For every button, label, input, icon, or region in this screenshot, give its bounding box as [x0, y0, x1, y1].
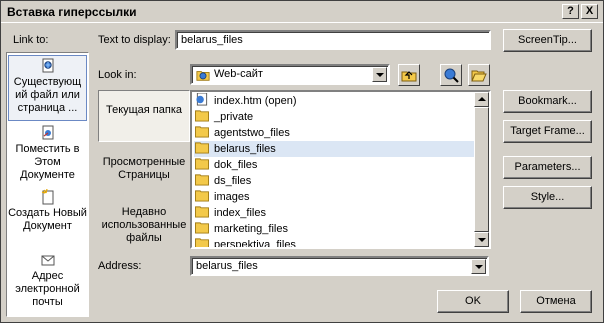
link-to-sidebar: Существующ ий файл или страница ... Поме… — [6, 52, 89, 317]
new-document-icon — [41, 189, 53, 205]
folder-icon — [195, 174, 209, 186]
help-button[interactable]: ? — [562, 4, 579, 19]
folder-icon — [195, 238, 209, 247]
screentip-button[interactable]: ScreenTip... — [503, 29, 592, 52]
file-list[interactable]: index.htm (open) _private agentstwo_file… — [190, 90, 491, 249]
folder-icon — [195, 158, 209, 170]
parameters-button[interactable]: Parameters... — [503, 156, 592, 179]
list-item[interactable]: index_files — [194, 205, 474, 221]
sidebar-item-new-document[interactable]: Создать Новый Документ — [8, 189, 87, 233]
place-recent-files[interactable]: Недавно использованные файлы — [98, 206, 190, 245]
open-folder-icon — [471, 70, 487, 82]
list-item[interactable]: marketing_files — [194, 221, 474, 237]
place-in-document-icon — [42, 125, 53, 140]
web-folder-icon — [196, 71, 210, 81]
sidebar-item-email-address[interactable]: Адрес электронной почты — [8, 252, 87, 309]
email-address-icon — [41, 255, 54, 266]
browse-web-icon — [444, 68, 459, 83]
sidebar-item-label: Существующ ий файл или страница ... — [13, 76, 82, 114]
folder-icon — [195, 206, 209, 218]
file-list-scrollbar[interactable] — [474, 92, 489, 247]
cancel-button[interactable]: Отмена — [520, 290, 592, 313]
link-to-label: Link to: — [13, 34, 49, 46]
sidebar-item-label: Адрес электронной почты — [15, 270, 80, 308]
dialog-title: Вставка гиперссылки — [7, 5, 137, 19]
places-panel: Текущая папка Просмотренные Страницы Нед… — [98, 90, 190, 254]
title-bar: Вставка гиперссылки ? X — [1, 1, 603, 23]
list-item[interactable]: ds_files — [194, 173, 474, 189]
list-item[interactable]: index.htm (open) — [194, 93, 474, 109]
browse-file-button[interactable] — [468, 64, 490, 86]
sidebar-item-label: Создать Новый Документ — [8, 207, 87, 232]
scroll-up-icon[interactable] — [474, 92, 489, 107]
folder-icon — [195, 142, 209, 154]
list-item[interactable]: images — [194, 189, 474, 205]
bookmark-button[interactable]: Bookmark... — [503, 90, 592, 113]
target-frame-button[interactable]: Target Frame... — [503, 120, 592, 143]
html-file-icon — [196, 93, 208, 106]
folder-icon — [195, 222, 209, 234]
list-item[interactable]: _private — [194, 109, 474, 125]
style-button[interactable]: Style... — [503, 186, 592, 209]
list-item[interactable]: belarus_files — [194, 141, 474, 157]
address-label: Address: — [98, 260, 142, 272]
folder-icon — [195, 126, 209, 138]
up-folder-icon — [401, 71, 417, 82]
list-item[interactable]: dok_files — [194, 157, 474, 173]
folder-icon — [195, 110, 209, 122]
chevron-down-icon[interactable] — [471, 259, 486, 274]
list-item[interactable]: perspektiva_files — [194, 237, 474, 247]
place-current-folder[interactable]: Текущая папка — [98, 90, 190, 142]
existing-file-icon — [42, 58, 53, 73]
text-to-display-label: Text to display: — [98, 34, 171, 46]
sidebar-item-existing-file[interactable]: Существующ ий файл или страница ... — [8, 55, 87, 121]
scroll-thumb[interactable] — [474, 107, 489, 232]
sidebar-item-label: Поместить в Этом Документе — [15, 143, 80, 181]
close-button[interactable]: X — [581, 4, 598, 19]
look-in-label: Look in: — [98, 69, 137, 81]
address-combo[interactable]: belarus_files — [190, 256, 489, 276]
look-in-combo[interactable]: Web-сайт — [190, 64, 390, 85]
place-browsed-pages[interactable]: Просмотренные Страницы — [98, 156, 190, 182]
chevron-down-icon[interactable] — [372, 67, 387, 82]
text-to-display-input[interactable]: belarus_files — [175, 30, 491, 50]
folder-icon — [195, 190, 209, 202]
browse-web-button[interactable] — [440, 64, 462, 86]
ok-button[interactable]: OK — [437, 290, 509, 313]
up-one-folder-button[interactable] — [398, 64, 420, 86]
insert-hyperlink-dialog: Вставка гиперссылки ? X Link to: Существ… — [0, 0, 604, 323]
scroll-down-icon[interactable] — [474, 232, 489, 247]
list-item[interactable]: agentstwo_files — [194, 125, 474, 141]
sidebar-item-place-in-document[interactable]: Поместить в Этом Документе — [8, 125, 87, 182]
look-in-value: Web-сайт — [214, 68, 263, 80]
address-value: belarus_files — [196, 260, 258, 272]
